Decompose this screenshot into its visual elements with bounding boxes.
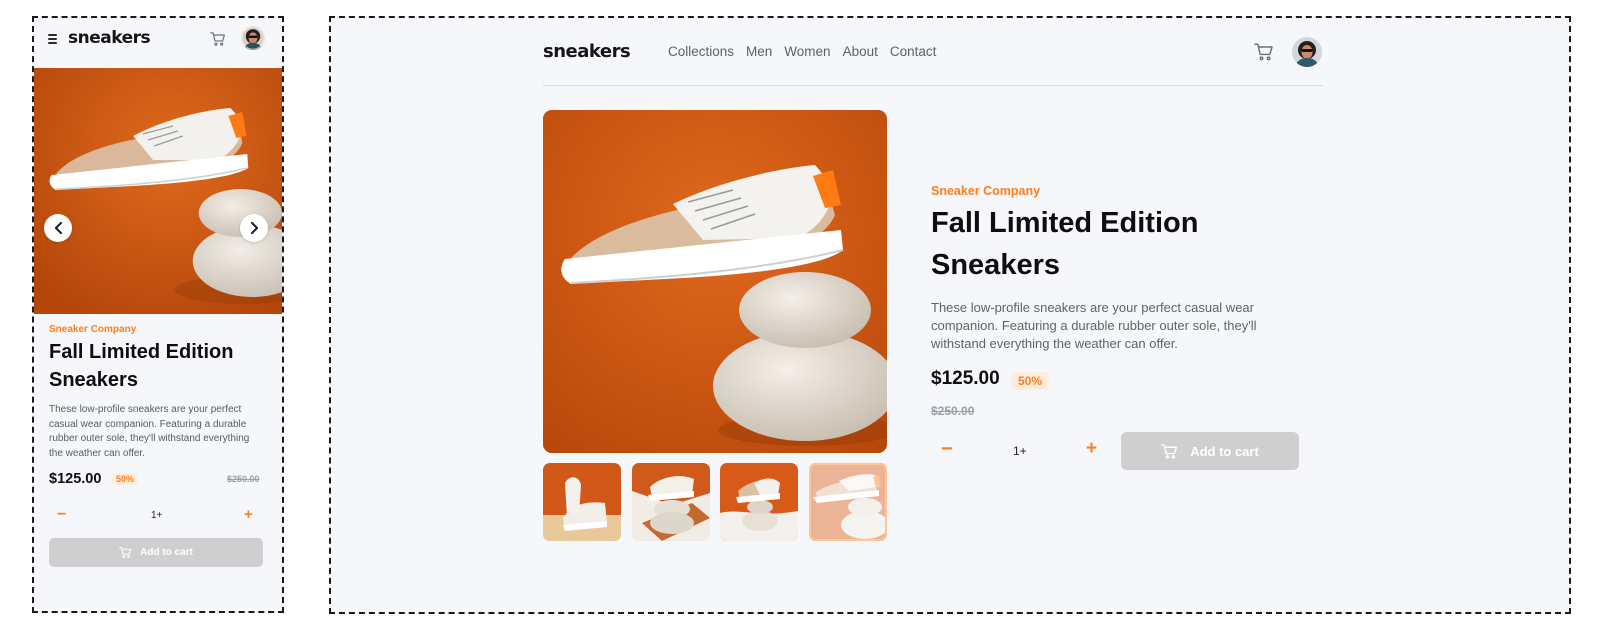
- thumbnail-3[interactable]: [720, 463, 799, 541]
- chevron-left-icon: [54, 222, 62, 234]
- cart-icon[interactable]: [210, 31, 226, 47]
- avatar[interactable]: [241, 26, 265, 50]
- header-divider: [543, 85, 1323, 86]
- cart-icon: [1161, 443, 1178, 459]
- desktop-logo[interactable]: sneakers: [543, 41, 631, 62]
- nav-item-about[interactable]: About: [843, 44, 878, 59]
- quantity-stepper: − 1+ +: [49, 506, 264, 530]
- thumbnail-4[interactable]: [808, 463, 887, 541]
- add-to-cart-label: Add to cart: [140, 547, 193, 558]
- next-image-button[interactable]: [240, 214, 268, 242]
- plus-icon[interactable]: +: [1086, 438, 1097, 460]
- cart-icon[interactable]: [1254, 42, 1274, 62]
- product-title: Fall Limited Edition Sneakers: [931, 207, 1199, 281]
- thumbnail-2[interactable]: [631, 463, 710, 541]
- product-description: These low-profile sneakers are your perf…: [931, 300, 1257, 351]
- current-price: $125.00: [49, 471, 102, 487]
- hamburger-icon[interactable]: [48, 32, 62, 46]
- minus-icon[interactable]: −: [941, 438, 953, 461]
- discount-badge: 50%: [112, 473, 139, 485]
- original-price: $250.00: [931, 404, 975, 418]
- add-to-cart-button[interactable]: Add to cart: [49, 538, 263, 567]
- mobile-header: sneakers: [34, 18, 282, 70]
- add-to-cart-label: Add to cart: [1190, 443, 1259, 459]
- nav-item-collections[interactable]: Collections: [668, 44, 734, 59]
- mobile-preview-frame: sneakers Sneaker Company Fall Limited Ed…: [32, 16, 284, 613]
- thumbnail-strip: [543, 463, 887, 541]
- company-name: Sneaker Company: [931, 184, 1041, 198]
- current-price: $125.00: [931, 368, 1000, 389]
- product-main-image[interactable]: [543, 110, 887, 453]
- mobile-logo[interactable]: sneakers: [68, 28, 151, 48]
- main-nav: Collections Men Women About Contact: [668, 44, 936, 59]
- previous-image-button[interactable]: [44, 214, 72, 242]
- desktop-preview-frame: sneakers Collections Men Women About Con…: [329, 16, 1571, 614]
- add-to-cart-button[interactable]: Add to cart: [1121, 432, 1299, 470]
- cart-icon: [119, 546, 132, 558]
- nav-item-men[interactable]: Men: [746, 44, 772, 59]
- quantity-value: 1+: [151, 510, 163, 521]
- product-image: [34, 68, 282, 314]
- thumbnail-1[interactable]: [543, 463, 621, 541]
- product-description: These low-profile sneakers are your perf…: [49, 404, 250, 459]
- avatar[interactable]: [1292, 37, 1322, 67]
- discount-badge: 50%: [1011, 372, 1050, 390]
- nav-item-women[interactable]: Women: [784, 44, 830, 59]
- plus-icon[interactable]: +: [244, 506, 253, 523]
- product-title: Fall Limited Edition Sneakers: [49, 341, 234, 391]
- minus-icon[interactable]: −: [57, 506, 66, 524]
- company-name: Sneaker Company: [49, 324, 137, 335]
- quantity-value: 1+: [1013, 444, 1027, 458]
- chevron-right-icon: [250, 222, 258, 234]
- nav-item-contact[interactable]: Contact: [890, 44, 937, 59]
- original-price: $250.00: [227, 474, 260, 484]
- quantity-stepper: − 1+ +: [931, 432, 1109, 470]
